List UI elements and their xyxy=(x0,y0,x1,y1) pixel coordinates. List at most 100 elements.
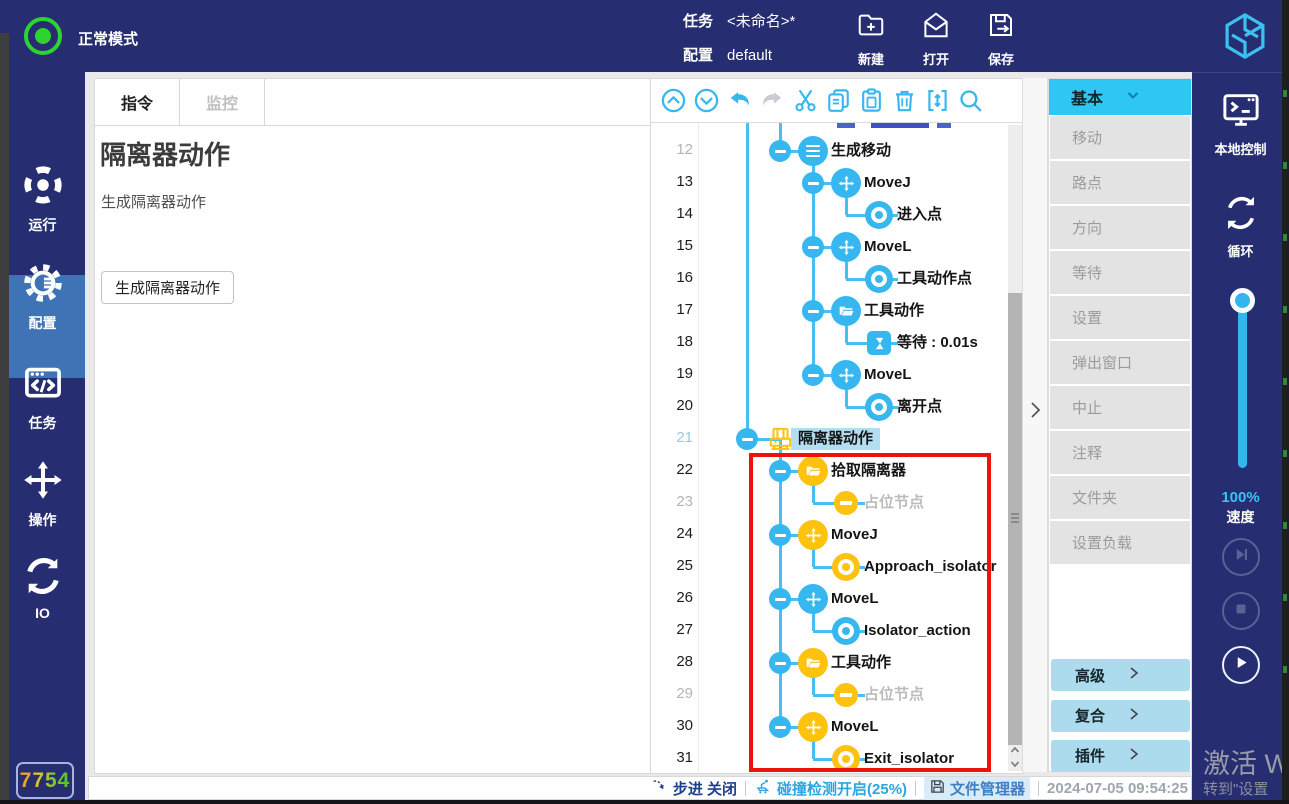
collapse-node-icon[interactable] xyxy=(736,428,758,450)
delete-icon[interactable] xyxy=(891,87,918,114)
new-task-button[interactable]: 新建 xyxy=(839,10,903,68)
local-control-label: 本地控制 xyxy=(1192,139,1289,158)
tree-row-13[interactable]: 13 MoveJ xyxy=(651,167,1007,199)
copy-icon[interactable] xyxy=(825,87,852,114)
tree-row-16[interactable]: 16工具动作点 xyxy=(651,263,1007,295)
sidebar-item-task[interactable]: 任务 xyxy=(0,360,85,433)
stop-button[interactable] xyxy=(1222,592,1260,630)
tree-node-label[interactable]: 进入点 xyxy=(897,204,942,226)
loop-button[interactable]: 循环 xyxy=(1192,192,1289,260)
collision-detection-label: 碰撞检测开启(25%) xyxy=(777,778,907,799)
expand-panel-icon[interactable] xyxy=(1029,400,1042,425)
step-forward-button[interactable] xyxy=(1222,538,1260,576)
paste-icon[interactable] xyxy=(858,87,885,114)
new-file-icon xyxy=(856,27,886,44)
sidebar-item-config[interactable]: 配置 xyxy=(0,260,85,333)
tree-node-label[interactable]: 工具动作 xyxy=(864,300,924,322)
palette-item-2[interactable]: 路点 xyxy=(1050,161,1190,204)
save-task-button[interactable]: 保存 xyxy=(969,10,1033,68)
scroll-up-icon[interactable] xyxy=(1009,743,1021,755)
tree-node-label[interactable]: 等待 : 0.01s xyxy=(897,332,978,354)
tree-node-label[interactable]: MoveL xyxy=(864,364,912,386)
screen-edge-left xyxy=(0,33,9,804)
scroll-to-top-icon[interactable] xyxy=(660,87,687,114)
open-task-button[interactable]: 打开 xyxy=(904,10,968,68)
move-icon xyxy=(830,359,862,391)
palette-group-1[interactable]: 高级 xyxy=(1051,659,1190,691)
line-number: 14 xyxy=(651,205,693,222)
redo-icon[interactable] xyxy=(759,87,786,114)
screen-edge-right xyxy=(1282,0,1289,804)
collapse-node-icon[interactable] xyxy=(802,172,824,194)
speed-slider-knob[interactable] xyxy=(1230,288,1255,313)
tree-row-19[interactable]: 19MoveL xyxy=(651,359,1007,391)
collapse-node-icon[interactable] xyxy=(802,364,824,386)
gear-icon xyxy=(20,293,66,310)
config-label: 配置 xyxy=(683,47,713,64)
scroll-down-icon[interactable] xyxy=(1009,757,1021,769)
generate-isolator-action-button[interactable]: 生成隔离器动作 xyxy=(101,271,234,304)
tree-node-label[interactable]: 生成移动 xyxy=(831,140,891,162)
step-mode-status[interactable]: 步进 关闭 xyxy=(651,777,737,799)
tab-instruction[interactable]: 指令 xyxy=(95,79,180,125)
line-number: 29 xyxy=(651,685,693,702)
palette-item-8[interactable]: 注释 xyxy=(1050,431,1190,474)
tree-row-15[interactable]: 15MoveL xyxy=(651,231,1007,263)
sidebar-item-run[interactable]: 运行 xyxy=(0,162,85,235)
palette-item-1[interactable]: 移动 xyxy=(1050,116,1190,159)
page-title: 隔离器动作 xyxy=(100,135,230,172)
scroll-to-bottom-icon[interactable] xyxy=(693,87,720,114)
save-icon xyxy=(986,27,1016,44)
tree-node-label[interactable]: 工具动作点 xyxy=(897,268,972,290)
collision-detection-status[interactable]: 碰撞检测开启(25%) xyxy=(754,777,907,800)
tree-row-17[interactable]: 17工具动作 xyxy=(651,295,1007,327)
search-icon[interactable] xyxy=(957,87,984,114)
speed-slider[interactable] xyxy=(1238,300,1247,468)
status-code-badge[interactable]: 7754 xyxy=(16,762,74,799)
tree-node-label[interactable]: MoveJ xyxy=(864,172,911,194)
tree-row-18[interactable]: 18等待 : 0.01s xyxy=(651,327,1007,359)
task-value: <未命名>* xyxy=(727,13,795,30)
top-bar: 正常模式 任务<未命名>* 配置default 新建 打开 保存 xyxy=(0,0,1289,72)
scrollbar-thumb[interactable] xyxy=(1008,293,1022,745)
tree-node-label[interactable]: 离开点 xyxy=(897,396,942,418)
palette-group-3[interactable]: 插件 xyxy=(1051,740,1190,772)
sidebar-item-operate[interactable]: 操作 xyxy=(0,457,85,530)
collapse-node-icon[interactable] xyxy=(769,140,791,162)
terminal-icon xyxy=(1219,119,1263,136)
play-button[interactable] xyxy=(1222,646,1260,684)
tree-node-label[interactable]: MoveL xyxy=(864,236,912,258)
collapse-icon[interactable] xyxy=(924,87,951,114)
tab-monitor[interactable]: 监控 xyxy=(180,79,265,125)
step-icon xyxy=(651,777,669,799)
palette-item-5[interactable]: 设置 xyxy=(1050,296,1190,339)
palette-item-4[interactable]: 等待 xyxy=(1050,251,1190,294)
palette-item-6[interactable]: 弹出窗口 xyxy=(1050,341,1190,384)
tree-node-label[interactable]: 隔离器动作 xyxy=(791,428,880,450)
palette-item-7[interactable]: 中止 xyxy=(1050,386,1190,429)
sidebar-item-io[interactable]: IO xyxy=(0,554,85,621)
status-divider xyxy=(745,781,746,796)
tree-toolbar xyxy=(651,79,1023,123)
tree-row-21[interactable]: 21隔离器动作 xyxy=(651,423,1007,455)
line-number: 24 xyxy=(651,525,693,542)
local-control-button[interactable]: 本地控制 xyxy=(1192,88,1289,158)
tree-row-12[interactable]: 12生成移动 xyxy=(651,135,1007,167)
tree-scrollbar[interactable] xyxy=(1008,125,1022,771)
tree-row-20[interactable]: 20离开点 xyxy=(651,391,1007,423)
collapse-node-icon[interactable] xyxy=(802,300,824,322)
undo-icon[interactable] xyxy=(726,87,753,114)
palette-item-10[interactable]: 设置负载 xyxy=(1050,521,1190,564)
tree-row-14[interactable]: 14 进入点 xyxy=(651,199,1007,231)
palette-header-basic[interactable]: 基本 xyxy=(1049,79,1191,115)
palette-item-9[interactable]: 文件夹 xyxy=(1050,476,1190,519)
collapse-node-icon[interactable] xyxy=(802,236,824,258)
cut-icon[interactable] xyxy=(792,87,819,114)
line-number: 23 xyxy=(651,493,693,510)
line-number: 13 xyxy=(651,173,693,190)
sidebar-item-label: IO xyxy=(0,605,85,621)
palette-item-3[interactable]: 方向 xyxy=(1050,206,1190,249)
speed-label: 速度 xyxy=(1192,507,1289,527)
file-manager-button[interactable]: 文件管理器 xyxy=(924,777,1030,800)
palette-group-2[interactable]: 复合 xyxy=(1051,700,1190,732)
